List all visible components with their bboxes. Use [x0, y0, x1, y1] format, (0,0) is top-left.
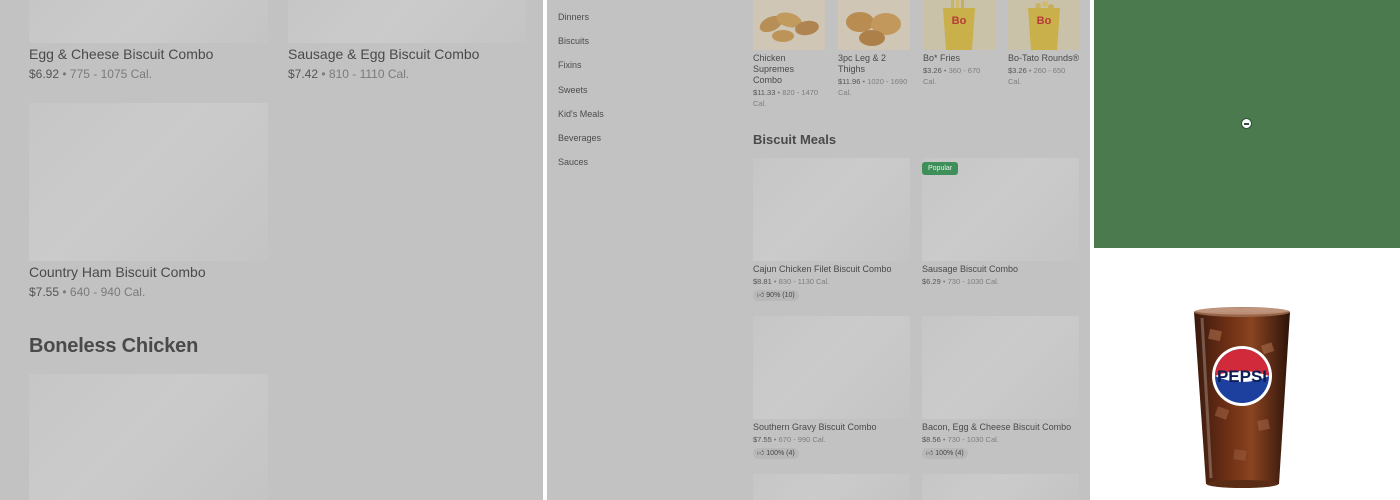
- item-calories: 670 - 990 Cal.: [778, 435, 826, 444]
- svg-text:Bo: Bo: [952, 15, 967, 27]
- item-calories: 810 - 1110 Cal.: [328, 67, 410, 81]
- thumbs-up-icon: 👍︎: [757, 450, 765, 457]
- item-price: $7.42: [288, 67, 319, 81]
- nav-beverages[interactable]: Beverages: [558, 133, 601, 143]
- rating-pill: 👍︎ 100% (4): [753, 448, 799, 459]
- item-meta: $7.42 • 810 - 1110 Cal.: [288, 67, 409, 81]
- rating-pill: 👍︎ 100% (4): [922, 448, 968, 459]
- left-menu-panel: Egg & Cheese Biscuit Combo $6.92 • 775 -…: [0, 0, 543, 500]
- thumbs-up-icon: 👍︎: [926, 450, 934, 457]
- item-meta: $3.26 • 360 - 670 Cal.: [923, 65, 995, 87]
- pepsi-logo-text: PEPSI: [1217, 367, 1267, 386]
- separator: •: [773, 277, 777, 286]
- meal-image[interactable]: [922, 474, 1079, 500]
- separator: •: [321, 67, 326, 81]
- item-meta: $6.92 • 775 - 1075 Cal.: [29, 67, 152, 81]
- section-title: Biscuit Meals: [753, 132, 837, 147]
- separator: •: [777, 88, 781, 97]
- rating-pill: 👍︎ 90% (10): [753, 290, 799, 301]
- egg-cheese-biscuit-image[interactable]: [29, 0, 268, 43]
- separator: •: [62, 67, 67, 81]
- thumbs-up-icon: 👍︎: [757, 292, 765, 299]
- rating-text: 100% (4): [935, 450, 964, 457]
- item-price: $6.92: [29, 67, 60, 81]
- meal-image[interactable]: [753, 158, 910, 261]
- beverage-image-panel: PEPSI: [1094, 248, 1400, 500]
- country-ham-biscuit-image[interactable]: [29, 103, 268, 261]
- nav-sauces[interactable]: Sauces: [558, 157, 588, 167]
- leg-thighs-image[interactable]: [838, 0, 910, 50]
- minus-circle-icon[interactable]: [1241, 118, 1252, 129]
- item-price: $11.33: [753, 88, 776, 97]
- rating-text: 100% (4): [766, 450, 795, 457]
- item-name[interactable]: Egg & Cheese Biscuit Combo: [29, 46, 213, 62]
- middle-menu-panel: Dinners Biscuits Fixins Sweets Kid's Mea…: [547, 0, 1090, 500]
- boneless-chicken-image[interactable]: [29, 374, 268, 500]
- item-price: $3.26: [1008, 66, 1027, 75]
- separator: •: [942, 435, 946, 444]
- svg-text:Bo: Bo: [1037, 15, 1052, 27]
- item-name[interactable]: 3pc Leg & 2 Thighs: [838, 53, 910, 75]
- item-calories: 730 - 1030 Cal.: [947, 435, 999, 444]
- item-name[interactable]: Bo-Tato Rounds®: [1008, 53, 1088, 64]
- nav-dinners[interactable]: Dinners: [558, 12, 589, 22]
- nav-biscuits[interactable]: Biscuits: [558, 36, 589, 46]
- separator: •: [773, 435, 777, 444]
- item-name[interactable]: Sausage & Egg Biscuit Combo: [288, 46, 479, 62]
- meal-image[interactable]: [753, 316, 910, 419]
- item-price: $11.96: [838, 77, 861, 86]
- item-name[interactable]: Bo* Fries: [923, 53, 995, 64]
- meal-image[interactable]: [753, 474, 910, 500]
- item-price: $8.56: [922, 435, 941, 444]
- nav-sweets[interactable]: Sweets: [558, 85, 588, 95]
- separator: •: [62, 285, 67, 299]
- item-price: $7.55: [753, 435, 772, 444]
- item-name[interactable]: Cajun Chicken Filet Biscuit Combo: [753, 264, 892, 275]
- item-meta: $8.81 • 830 - 1130 Cal.: [753, 276, 829, 287]
- section-title: Boneless Chicken: [29, 335, 199, 357]
- item-meta: $11.96 • 1020 - 1690 Cal.: [838, 76, 910, 98]
- sausage-egg-biscuit-image[interactable]: [288, 0, 526, 43]
- item-name[interactable]: Country Ham Biscuit Combo: [29, 264, 206, 280]
- nav-kids-meals[interactable]: Kid's Meals: [558, 109, 604, 119]
- item-price: $6.29: [922, 277, 941, 286]
- item-meta: $11.33 • 820 - 1470 Cal.: [753, 87, 825, 109]
- item-meta: $8.56 • 730 - 1030 Cal.: [922, 434, 999, 445]
- item-price: $8.81: [753, 277, 772, 286]
- item-name[interactable]: Chicken Supremes Combo: [753, 53, 825, 86]
- nav-fixins[interactable]: Fixins: [558, 60, 582, 70]
- item-calories: 775 - 1075 Cal.: [69, 67, 152, 81]
- item-meta: $3.26 • 260 - 650 Cal.: [1008, 65, 1080, 87]
- separator: •: [1028, 66, 1032, 75]
- item-price: $7.55: [29, 285, 60, 299]
- popular-badge: Popular: [922, 162, 959, 175]
- item-meta: $7.55 • 670 - 990 Cal.: [753, 434, 826, 445]
- item-name[interactable]: Southern Gravy Biscuit Combo: [753, 422, 877, 433]
- item-name[interactable]: Bacon, Egg & Cheese Biscuit Combo: [922, 422, 1071, 433]
- bo-tato-rounds-image[interactable]: Bo: [1008, 0, 1080, 50]
- separator: •: [862, 77, 866, 86]
- item-calories: 830 - 1130 Cal.: [778, 277, 830, 286]
- item-name[interactable]: Sausage Biscuit Combo: [922, 264, 1018, 275]
- separator: •: [942, 277, 946, 286]
- chicken-supremes-image[interactable]: [753, 0, 825, 50]
- item-meta: $7.55 • 640 - 940 Cal.: [29, 285, 145, 299]
- item-calories: 640 - 940 Cal.: [69, 285, 146, 299]
- separator: •: [943, 66, 947, 75]
- item-meta: $6.29 • 730 - 1030 Cal.: [922, 276, 999, 287]
- pepsi-cup-image[interactable]: PEPSI: [1094, 248, 1400, 500]
- rating-text: 90% (10): [766, 292, 795, 299]
- item-price: $3.26: [923, 66, 942, 75]
- bo-fries-image[interactable]: Bo: [923, 0, 995, 50]
- meal-image[interactable]: [922, 316, 1079, 419]
- item-calories: 730 - 1030 Cal.: [947, 277, 999, 286]
